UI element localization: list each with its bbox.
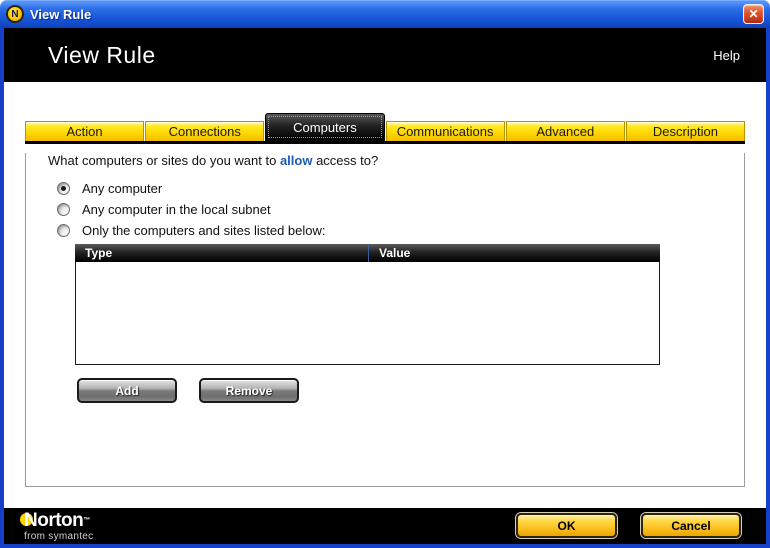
norton-logo-subtitle: from symantec (24, 531, 94, 542)
question-text: What computers or sites do you want to a… (48, 153, 744, 168)
tab-description[interactable]: Description (625, 121, 746, 141)
tab-communications[interactable]: Communications (385, 121, 505, 141)
radio-listed-below[interactable]: Only the computers and sites listed belo… (57, 220, 744, 241)
ok-button[interactable]: OK (516, 513, 617, 538)
titlebar[interactable]: N View Rule ✕ (0, 0, 770, 28)
question-prefix: What computers or sites do you want to (48, 153, 280, 168)
radio-button-icon[interactable] (57, 203, 70, 216)
remove-button[interactable]: Remove (199, 378, 299, 403)
tab-computers[interactable]: Computers (265, 113, 385, 141)
view-rule-window: N View Rule ✕ View Rule Help Action Conn… (0, 0, 770, 548)
computer-scope-radio-group: Any computer Any computer in the local s… (57, 178, 744, 241)
table-body-empty[interactable] (75, 262, 660, 365)
norton-logo-text: Norton (24, 510, 84, 531)
radio-local-subnet[interactable]: Any computer in the local subnet (57, 199, 744, 220)
norton-logo: Norton™ from symantec (20, 510, 94, 542)
question-highlight: allow (279, 153, 313, 168)
add-button[interactable]: Add (77, 378, 177, 403)
window-body: View Rule Help Action Connections Comput… (0, 28, 770, 548)
radio-button-icon[interactable] (57, 182, 70, 195)
page-title: View Rule (48, 41, 156, 68)
cancel-button[interactable]: Cancel (641, 513, 741, 538)
question-suffix: access to? (312, 153, 379, 168)
list-button-row: Add Remove (77, 378, 744, 403)
dialog-footer: Norton™ from symantec OK Cancel (4, 508, 766, 544)
norton-app-icon: N (6, 5, 24, 23)
tab-action[interactable]: Action (25, 121, 145, 141)
column-header-value: Value (368, 244, 660, 262)
radio-label: Any computer (82, 181, 163, 196)
radio-label: Only the computers and sites listed belo… (82, 223, 326, 238)
column-header-type: Type (85, 246, 113, 260)
tab-panel: What computers or sites do you want to a… (25, 153, 745, 487)
tab-bar: Action Connections Computers Communicati… (25, 113, 746, 141)
tab-connections[interactable]: Connections (145, 121, 265, 141)
tab-advanced[interactable]: Advanced (505, 121, 625, 141)
radio-button-icon[interactable] (57, 224, 70, 237)
radio-label: Any computer in the local subnet (82, 202, 271, 217)
window-title: View Rule (30, 6, 92, 22)
help-link[interactable]: Help (713, 48, 740, 63)
table-header-row: Type Value (75, 244, 660, 262)
tab-underline (25, 141, 745, 144)
dialog-header: View Rule Help (4, 28, 766, 82)
close-icon[interactable]: ✕ (743, 4, 764, 24)
computers-list-table: Type Value (75, 244, 660, 365)
norton-trademark: ™ (83, 517, 90, 524)
radio-any-computer[interactable]: Any computer (57, 178, 744, 199)
dialog-content: Action Connections Computers Communicati… (4, 82, 766, 508)
